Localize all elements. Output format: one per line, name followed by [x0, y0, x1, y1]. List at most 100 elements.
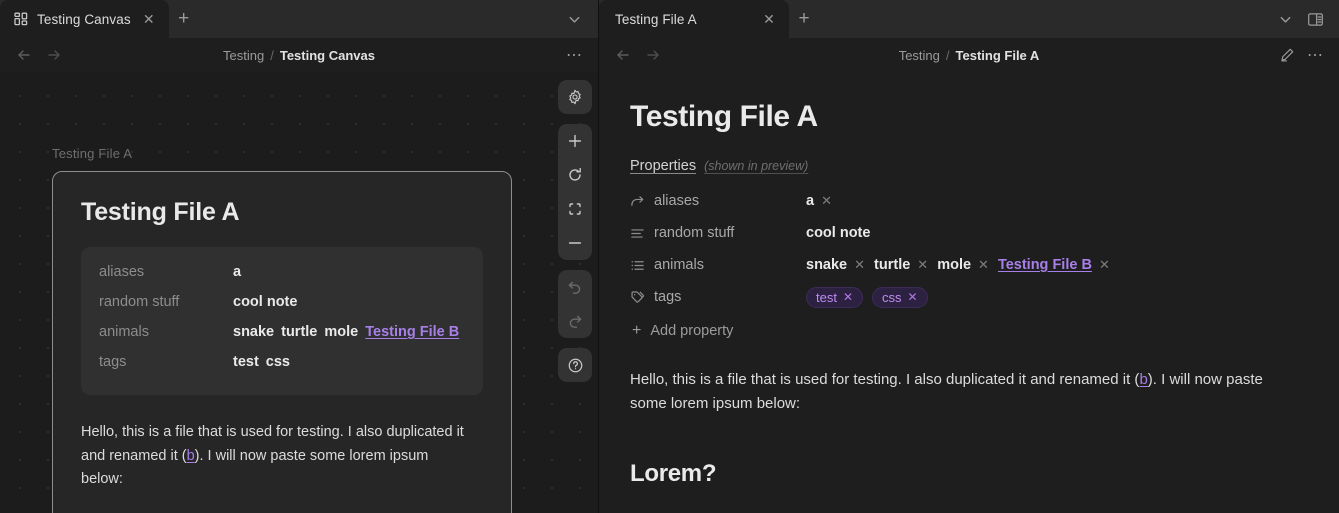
property-row-tags[interactable]: tags test ✕ css ✕ [630, 281, 1299, 313]
properties-heading[interactable]: Properties [630, 158, 696, 174]
text-lines-icon [630, 226, 654, 241]
property-key[interactable]: random stuff [654, 225, 806, 241]
back-button[interactable] [611, 43, 635, 67]
property-row-animals[interactable]: animals snake ✕ turtle ✕ mole ✕ Testing Fil… [630, 249, 1299, 281]
canvas-grid-icon [14, 12, 28, 26]
value-chip-link: Testing File B ✕ [998, 257, 1119, 273]
tag-label: css [882, 289, 902, 305]
reset-zoom-button[interactable] [558, 158, 592, 192]
properties-header: Properties (shown in preview) [630, 158, 1299, 174]
pencil-icon[interactable] [1275, 43, 1299, 67]
tag-pill[interactable]: css ✕ [872, 286, 928, 308]
property-row-random-stuff[interactable]: random stuff cool note [630, 217, 1299, 249]
breadcrumb-current[interactable]: Testing Canvas [280, 48, 375, 63]
forward-button[interactable] [42, 43, 66, 67]
new-tab-button[interactable]: + [789, 0, 819, 38]
zoom-in-button[interactable] [558, 124, 592, 158]
card-property-key: random stuff [99, 294, 180, 310]
canvas-node-card[interactable]: Testing File A aliases a random stuff co… [52, 171, 512, 513]
remove-value-icon[interactable]: ✕ [1099, 257, 1110, 273]
chevron-down-icon[interactable] [1271, 5, 1299, 33]
tab-testing-file-a[interactable]: Testing File A ✕ [599, 0, 789, 38]
property-value[interactable]: cool note [806, 225, 870, 241]
property-row-aliases[interactable]: aliases a ✕ [630, 185, 1299, 217]
card-body-text: Hello, this is a file that is used for t… [81, 424, 464, 488]
canvas-node-label: Testing File A [52, 146, 133, 161]
tag-icon [630, 290, 654, 305]
document-body-link[interactable]: b [1139, 371, 1147, 388]
value-chip: snake ✕ [806, 257, 866, 273]
canvas-toolbar-group-settings [558, 80, 592, 114]
card-internal-link[interactable]: Testing File B [365, 324, 459, 340]
plus-icon: + [632, 322, 642, 339]
forward-button[interactable] [641, 43, 665, 67]
remove-value-icon[interactable]: ✕ [821, 193, 832, 209]
help-button[interactable] [558, 348, 592, 382]
right-nav-arrows [611, 43, 665, 67]
breadcrumb-current[interactable]: Testing File A [956, 48, 1040, 63]
fit-frame-icon [567, 201, 583, 217]
right-tab-bar-actions [1271, 0, 1339, 38]
right-tab-bar: Testing File A ✕ + [599, 0, 1339, 38]
property-key[interactable]: animals [654, 257, 806, 273]
left-tab-bar: Testing Canvas ✕ + [0, 0, 598, 38]
close-icon[interactable]: ✕ [760, 10, 778, 28]
card-property-value: snake turtle mole Testing File B [233, 324, 460, 340]
redo-icon [567, 313, 583, 329]
property-key[interactable]: aliases [654, 193, 806, 209]
right-sidebar-icon[interactable] [1301, 5, 1329, 33]
property-key[interactable]: tags [654, 289, 806, 305]
property-value[interactable]: test ✕ css ✕ [806, 286, 937, 308]
canvas-settings-button[interactable] [558, 80, 592, 114]
zoom-to-fit-button[interactable] [558, 192, 592, 226]
right-header: Testing / Testing File A ⋯ [599, 38, 1339, 72]
internal-link[interactable]: Testing File B [998, 257, 1092, 273]
canvas-surface[interactable]: Testing File A Testing File A aliases a … [0, 72, 598, 513]
right-breadcrumb: Testing / Testing File A [599, 38, 1339, 72]
back-button[interactable] [12, 43, 36, 67]
remove-value-icon[interactable]: ✕ [978, 257, 989, 273]
remove-value-icon[interactable]: ✕ [854, 257, 865, 273]
property-value[interactable]: snake ✕ turtle ✕ mole ✕ Testing File B ✕ [806, 257, 1119, 273]
remove-tag-icon[interactable]: ✕ [843, 290, 853, 304]
more-options-icon[interactable]: ⋯ [562, 43, 586, 67]
left-tab-bar-actions [560, 0, 598, 38]
tab-testing-canvas[interactable]: Testing Canvas ✕ [0, 0, 169, 38]
breadcrumb-separator: / [945, 47, 950, 63]
left-nav-arrows [12, 43, 66, 67]
card-property-value: a [233, 264, 242, 280]
breadcrumb-parent[interactable]: Testing [223, 48, 264, 63]
card-body-link[interactable]: b [187, 448, 195, 464]
tab-label: Testing Canvas [37, 11, 131, 27]
remove-value-icon[interactable]: ✕ [917, 257, 928, 273]
new-tab-button[interactable]: + [169, 0, 199, 38]
add-property-button[interactable]: + Add property [630, 322, 1299, 340]
card-property-value: cool note [233, 294, 298, 310]
right-pane: Testing File A ✕ + Testing / Testing Fil… [598, 0, 1339, 513]
property-value[interactable]: a ✕ [806, 193, 841, 209]
card-property-row: random stuff cool note [99, 291, 465, 321]
undo-button[interactable] [558, 270, 592, 304]
more-options-icon[interactable]: ⋯ [1303, 43, 1327, 67]
gear-icon [567, 89, 583, 105]
card-title: Testing File A [81, 198, 240, 226]
tag-pill[interactable]: test ✕ [806, 286, 864, 308]
canvas-toolbar-group-help [558, 348, 592, 382]
left-header: Testing / Testing Canvas ⋯ [0, 38, 598, 72]
document-view[interactable]: Testing File A Properties (shown in prev… [599, 72, 1339, 513]
document-title: Testing File A [630, 100, 818, 133]
close-icon[interactable]: ✕ [140, 10, 158, 28]
chevron-down-icon[interactable] [560, 5, 588, 33]
remove-tag-icon[interactable]: ✕ [908, 290, 918, 304]
question-circle-icon [567, 357, 584, 374]
tab-label: Testing File A [615, 11, 697, 27]
card-property-row: aliases a [99, 261, 465, 291]
redo-button[interactable] [558, 304, 592, 338]
zoom-out-button[interactable] [558, 226, 592, 260]
breadcrumb-parent[interactable]: Testing [899, 48, 940, 63]
value-chip: mole ✕ [937, 257, 989, 273]
canvas-toolbar-group-history [558, 270, 592, 338]
add-property-label: Add property [650, 323, 734, 339]
document-body-text: Hello, this is a file that is used for t… [630, 371, 1263, 412]
card-property-key: aliases [99, 264, 145, 280]
